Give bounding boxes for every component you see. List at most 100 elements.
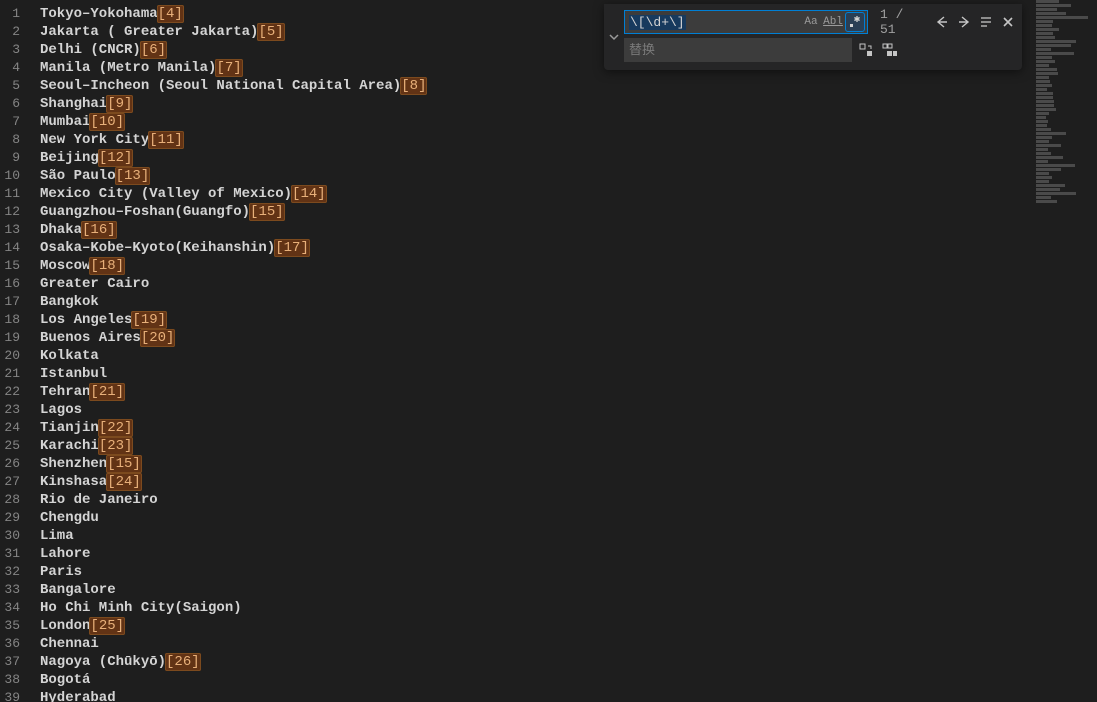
code-line[interactable]: Shanghai[9]: [40, 95, 427, 113]
code-line[interactable]: Bangkok: [40, 293, 427, 311]
code-line[interactable]: São Paulo[13]: [40, 167, 427, 185]
code-line[interactable]: Bangalore: [40, 581, 427, 599]
line-number: 11: [0, 185, 32, 203]
regex-match: [16]: [81, 221, 117, 239]
city-text: Bangalore: [40, 582, 116, 598]
city-text: Mumbai: [40, 114, 90, 130]
code-line[interactable]: Guangzhou–Foshan(Guangfo)[15]: [40, 203, 427, 221]
code-line[interactable]: Lahore: [40, 545, 427, 563]
minimap-line: [1036, 76, 1049, 79]
code-line[interactable]: Nagoya (Chūkyō)[26]: [40, 653, 427, 671]
code-line[interactable]: Tianjin[22]: [40, 419, 427, 437]
regex-match: [15]: [249, 203, 285, 221]
minimap-line: [1036, 192, 1076, 195]
result-count: 1 / 51: [872, 7, 928, 37]
code-line[interactable]: Lima: [40, 527, 427, 545]
code-line[interactable]: New York City[11]: [40, 131, 427, 149]
code-line[interactable]: Tehran[21]: [40, 383, 427, 401]
code-line[interactable]: Seoul–Incheon (Seoul National Capital Ar…: [40, 77, 427, 95]
minimap-line: [1036, 72, 1058, 75]
code-line[interactable]: Istanbul: [40, 365, 427, 383]
arrow-left-icon: [935, 15, 949, 29]
next-match-button[interactable]: [954, 12, 974, 32]
regex-match: [7]: [215, 59, 242, 77]
minimap-line: [1036, 84, 1052, 87]
close-icon: [1001, 15, 1015, 29]
line-number: 35: [0, 617, 32, 635]
code-line[interactable]: Moscow[18]: [40, 257, 427, 275]
find-input-selection: \[\d+\]: [629, 15, 686, 30]
editor-area[interactable]: 1234567891011121314151617181920212223242…: [0, 0, 1030, 702]
code-line[interactable]: Mexico City (Valley of Mexico)[14]: [40, 185, 427, 203]
city-text: Tianjin: [40, 420, 99, 436]
code-line[interactable]: Chengdu: [40, 509, 427, 527]
line-number: 33: [0, 581, 32, 599]
regex-match: [6]: [140, 41, 167, 59]
minimap-line: [1036, 104, 1054, 107]
whole-word-toggle[interactable]: Abl: [823, 12, 843, 32]
minimap-line: [1036, 96, 1053, 99]
regex-match: [11]: [148, 131, 184, 149]
replace-input[interactable]: [625, 43, 851, 58]
minimap-line: [1036, 52, 1074, 55]
replace-row: [624, 36, 1018, 64]
code-line[interactable]: Ho Chi Minh City(Saigon): [40, 599, 427, 617]
city-text: Buenos Aires: [40, 330, 141, 346]
code-line[interactable]: Delhi (CNCR)[6]: [40, 41, 427, 59]
code-line[interactable]: London[25]: [40, 617, 427, 635]
code-line[interactable]: Shenzhen[15]: [40, 455, 427, 473]
prev-match-button[interactable]: [932, 12, 952, 32]
code-line[interactable]: Mumbai[10]: [40, 113, 427, 131]
code-line[interactable]: Karachi[23]: [40, 437, 427, 455]
line-number: 23: [0, 401, 32, 419]
city-text: Manila (Metro Manila): [40, 60, 216, 76]
replace-all-icon: [882, 42, 898, 58]
minimap-line: [1036, 156, 1063, 159]
minimap-line: [1036, 160, 1048, 163]
code-line[interactable]: Chennai: [40, 635, 427, 653]
minimap-line: [1036, 88, 1047, 91]
city-text: London: [40, 618, 90, 634]
case-sensitive-toggle[interactable]: Aa: [801, 12, 821, 32]
code-line[interactable]: Osaka–Kobe–Kyoto(Keihanshin)[17]: [40, 239, 427, 257]
replace-all-button[interactable]: [880, 40, 900, 60]
code-line[interactable]: Greater Cairo: [40, 275, 427, 293]
minimap-line: [1036, 176, 1052, 179]
line-number: 27: [0, 473, 32, 491]
code-line[interactable]: Bogotá: [40, 671, 427, 689]
code-line[interactable]: Los Angeles[19]: [40, 311, 427, 329]
regex-match: [18]: [89, 257, 125, 275]
code-line[interactable]: Paris: [40, 563, 427, 581]
find-input-container: \[\d+\] Aa Abl: [624, 10, 868, 34]
replace-one-button[interactable]: [856, 40, 876, 60]
code-line[interactable]: Lagos: [40, 401, 427, 419]
find-in-selection-button[interactable]: [976, 12, 996, 32]
minimap[interactable]: [1030, 0, 1097, 702]
code-line[interactable]: Buenos Aires[20]: [40, 329, 427, 347]
code-content[interactable]: Tokyo–Yokohama[4]Jakarta ( Greater Jakar…: [40, 0, 427, 702]
minimap-line: [1036, 20, 1053, 23]
minimap-line: [1036, 116, 1046, 119]
code-line[interactable]: Manila (Metro Manila)[7]: [40, 59, 427, 77]
regex-toggle[interactable]: [845, 12, 865, 32]
code-line[interactable]: Tokyo–Yokohama[4]: [40, 5, 427, 23]
code-line[interactable]: Hyderabad: [40, 689, 427, 702]
line-number: 38: [0, 671, 32, 689]
minimap-line: [1036, 120, 1048, 123]
toggle-replace-button[interactable]: [606, 4, 622, 70]
line-number: 29: [0, 509, 32, 527]
regex-match: [24]: [106, 473, 142, 491]
city-text: Moscow: [40, 258, 90, 274]
close-find-button[interactable]: [998, 12, 1018, 32]
code-line[interactable]: Kolkata: [40, 347, 427, 365]
minimap-line: [1036, 40, 1076, 43]
code-line[interactable]: Kinshasa[24]: [40, 473, 427, 491]
code-line[interactable]: Jakarta ( Greater Jakarta)[5]: [40, 23, 427, 41]
city-text: Mexico City (Valley of Mexico): [40, 186, 292, 202]
minimap-line: [1036, 180, 1049, 183]
line-number: 39: [0, 689, 32, 702]
line-number: 13: [0, 221, 32, 239]
code-line[interactable]: Beijing[12]: [40, 149, 427, 167]
code-line[interactable]: Dhaka[16]: [40, 221, 427, 239]
code-line[interactable]: Rio de Janeiro: [40, 491, 427, 509]
